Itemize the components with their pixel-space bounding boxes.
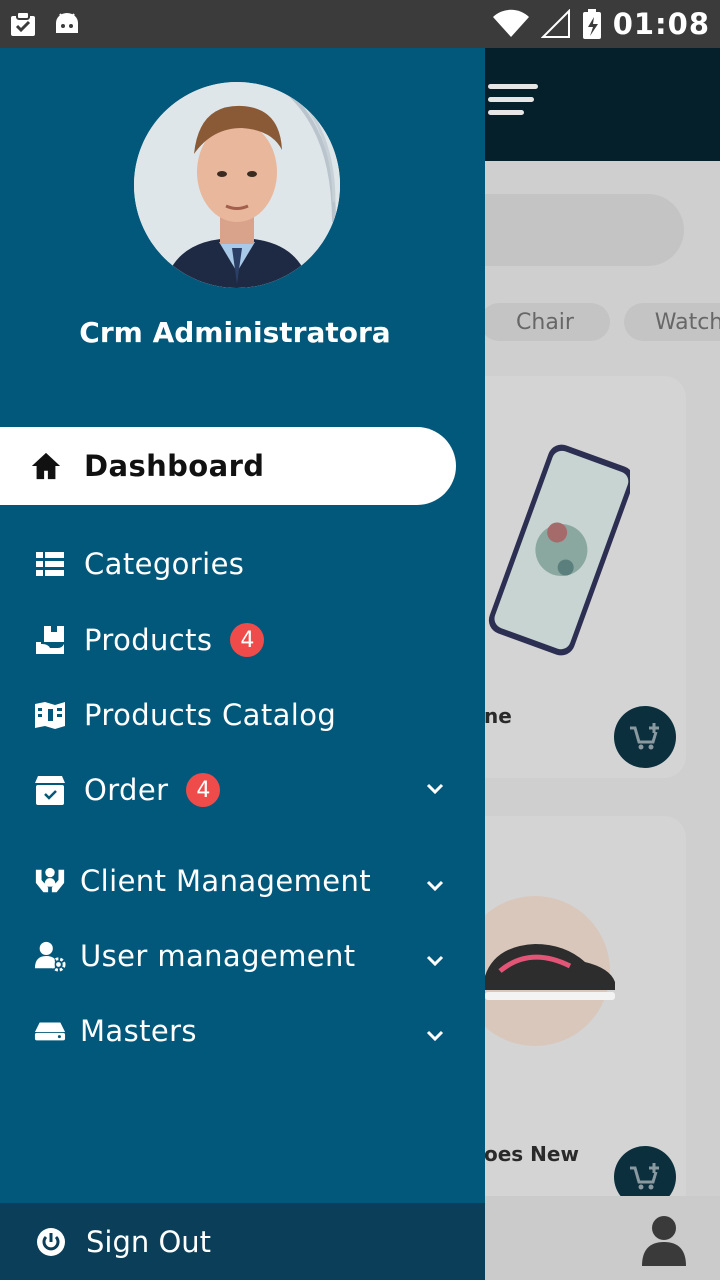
chevron-down-icon[interactable] xyxy=(424,950,446,972)
menu-item-label: Masters xyxy=(80,1014,197,1048)
menu-item-user-management[interactable]: User management xyxy=(0,926,485,986)
menu-item-label: Products xyxy=(84,623,213,657)
menu-item-dashboard[interactable]: Dashboard xyxy=(0,427,456,505)
chevron-down-icon[interactable] xyxy=(424,875,446,897)
battery-charging-icon xyxy=(581,9,603,39)
category-chip[interactable]: Chair xyxy=(480,303,610,341)
menu-item-label: Order xyxy=(84,773,169,807)
clipboard-check-icon xyxy=(8,9,38,39)
product-title: ne xyxy=(484,704,512,728)
user-name: Crm Administratora xyxy=(79,316,391,349)
menu-item-order[interactable]: Order 4 xyxy=(0,760,485,820)
hamburger-menu-icon[interactable] xyxy=(488,84,540,120)
status-time: 01:08 xyxy=(612,7,710,41)
cart-plus-icon xyxy=(630,1163,659,1190)
product-image xyxy=(485,944,615,1000)
menu-item-products[interactable]: Products 4 xyxy=(0,610,485,670)
menu-item-label: User management xyxy=(80,939,356,973)
power-icon xyxy=(37,1227,65,1256)
menu-item-label: Products Catalog xyxy=(84,698,337,732)
status-bar: 01:08 xyxy=(0,0,720,48)
menu-item-categories[interactable]: Categories xyxy=(0,534,485,594)
product-image xyxy=(488,444,630,656)
menu-item-masters[interactable]: Masters xyxy=(0,1001,485,1061)
product-title: oes New xyxy=(484,1142,579,1166)
box-hand-icon xyxy=(34,624,66,656)
category-chip[interactable]: Watch xyxy=(624,303,720,341)
menu-item-client-management[interactable]: Client Management xyxy=(0,851,485,911)
chevron-down-icon[interactable] xyxy=(424,1025,446,1047)
sign-out-label: Sign Out xyxy=(86,1224,212,1259)
sign-out-button[interactable]: Sign Out xyxy=(0,1203,485,1280)
user-gear-icon xyxy=(34,940,66,972)
home-icon xyxy=(30,450,62,482)
chevron-down-icon[interactable] xyxy=(424,778,446,800)
wifi-icon xyxy=(491,9,531,39)
order-box-icon xyxy=(34,774,66,806)
menu-item-products-catalog[interactable]: Products Catalog xyxy=(0,685,485,745)
drive-icon xyxy=(34,1015,66,1047)
android-icon xyxy=(52,9,82,39)
client-hands-icon xyxy=(34,865,66,897)
catalog-icon xyxy=(34,699,66,731)
menu-item-label: Categories xyxy=(84,547,245,581)
add-to-cart-button[interactable] xyxy=(614,706,676,768)
products-count-badge: 4 xyxy=(230,623,265,657)
profile-icon[interactable] xyxy=(640,1214,688,1266)
signal-icon xyxy=(540,9,571,39)
order-count-badge: 4 xyxy=(186,773,221,807)
avatar[interactable] xyxy=(134,82,340,288)
navigation-drawer: Crm Administratora Dashboard Categories … xyxy=(0,48,485,1280)
menu-item-label: Client Management xyxy=(80,864,372,898)
cart-plus-icon xyxy=(630,723,659,750)
list-icon xyxy=(34,548,66,580)
menu-item-label: Dashboard xyxy=(84,449,265,483)
